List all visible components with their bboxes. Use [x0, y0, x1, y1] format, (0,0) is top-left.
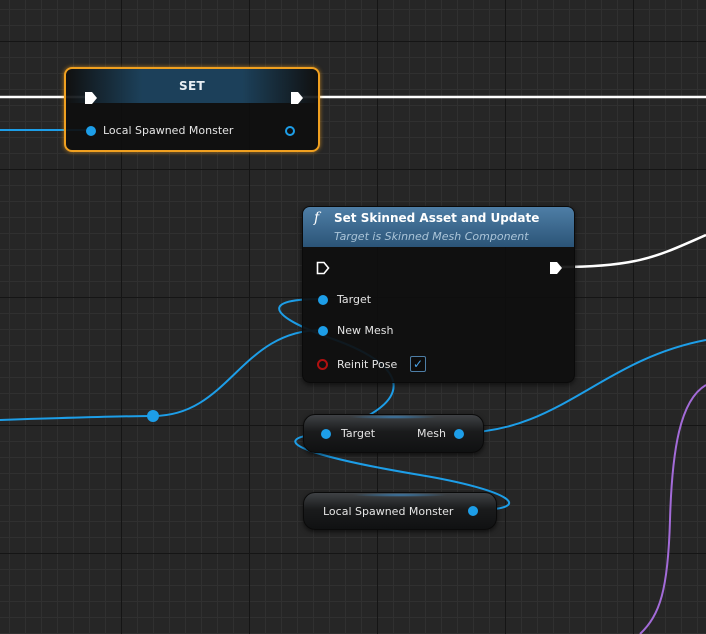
- set-node[interactable]: SET Local Spawned Monster: [64, 67, 320, 152]
- mesh-getter-target-pin[interactable]: [321, 429, 331, 439]
- function-exec-in-pin[interactable]: [316, 261, 330, 275]
- mesh-getter-mesh-pin[interactable]: [454, 429, 464, 439]
- function-target-pin[interactable]: [318, 295, 328, 305]
- purple-wire[interactable]: [639, 384, 706, 634]
- mesh-getter-target-label: Target: [341, 427, 376, 440]
- function-exec-out-wire[interactable]: [559, 233, 706, 269]
- function-new-mesh-pin[interactable]: [318, 326, 328, 336]
- variable-getter-glow: [352, 493, 448, 497]
- mesh-getter-mesh-label: Mesh: [417, 427, 446, 440]
- variable-getter-output-pin[interactable]: [468, 506, 478, 516]
- mesh-getter-glow: [348, 415, 439, 419]
- function-reinit-pose-label: Reinit Pose: [337, 358, 398, 371]
- mesh-source-wire[interactable]: [0, 329, 323, 421]
- function-node-subtitle: Target is Skinned Mesh Component: [334, 230, 529, 243]
- set-node-title: SET: [179, 79, 205, 93]
- function-exec-out-pin[interactable]: [549, 261, 563, 275]
- function-new-mesh-label: New Mesh: [337, 324, 394, 337]
- function-reinit-pose-pin[interactable]: [317, 359, 328, 370]
- variable-getter-node[interactable]: Local Spawned Monster: [303, 492, 497, 530]
- set-exec-out-pin[interactable]: [290, 91, 304, 105]
- set-variable-label: Local Spawned Monster: [103, 124, 234, 137]
- mesh-getter-node[interactable]: Target Mesh: [303, 414, 484, 453]
- set-variable-input-pin[interactable]: [86, 126, 96, 136]
- function-node-title: Set Skinned Asset and Update: [334, 211, 540, 225]
- function-target-label: Target: [337, 293, 372, 306]
- set-skinned-asset-node[interactable]: f Set Skinned Asset and Update Target is…: [302, 206, 575, 383]
- set-exec-in-pin[interactable]: [84, 91, 98, 105]
- set-variable-output-pin[interactable]: [285, 126, 295, 136]
- reroute-knot[interactable]: [147, 410, 159, 422]
- variable-getter-label: Local Spawned Monster: [323, 505, 454, 518]
- reinit-pose-checkbox[interactable]: ✓: [410, 356, 426, 372]
- function-icon: f: [314, 210, 320, 226]
